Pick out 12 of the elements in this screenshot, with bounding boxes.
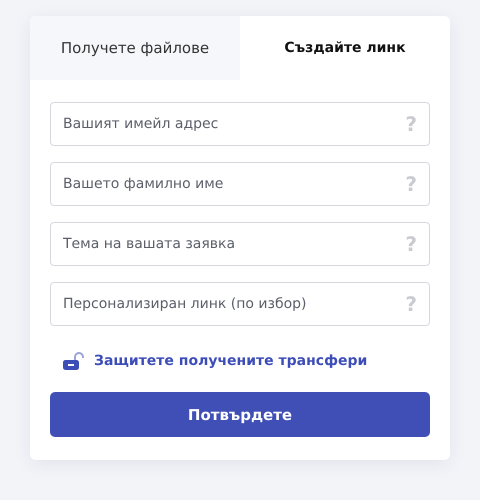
help-icon[interactable]: ? — [405, 112, 417, 136]
protect-link[interactable]: Защитете получените трансфери — [94, 353, 368, 369]
input-field[interactable]: Вашият имейл адрес ? — [50, 102, 430, 146]
input-field[interactable]: Тема на вашата заявка ? — [50, 222, 430, 266]
tab[interactable]: Получете файлове — [30, 16, 240, 80]
help-icon[interactable]: ? — [405, 232, 417, 256]
confirm-button[interactable]: Потвърдете — [50, 392, 430, 437]
input-field[interactable]: Персонализиран линк (по избор) ? — [50, 282, 430, 326]
help-icon[interactable]: ? — [405, 172, 417, 196]
tab[interactable]: Създайте линк — [240, 16, 450, 80]
help-icon[interactable]: ? — [405, 292, 417, 316]
input-field[interactable]: Вашето фамилно име ? — [50, 162, 430, 206]
